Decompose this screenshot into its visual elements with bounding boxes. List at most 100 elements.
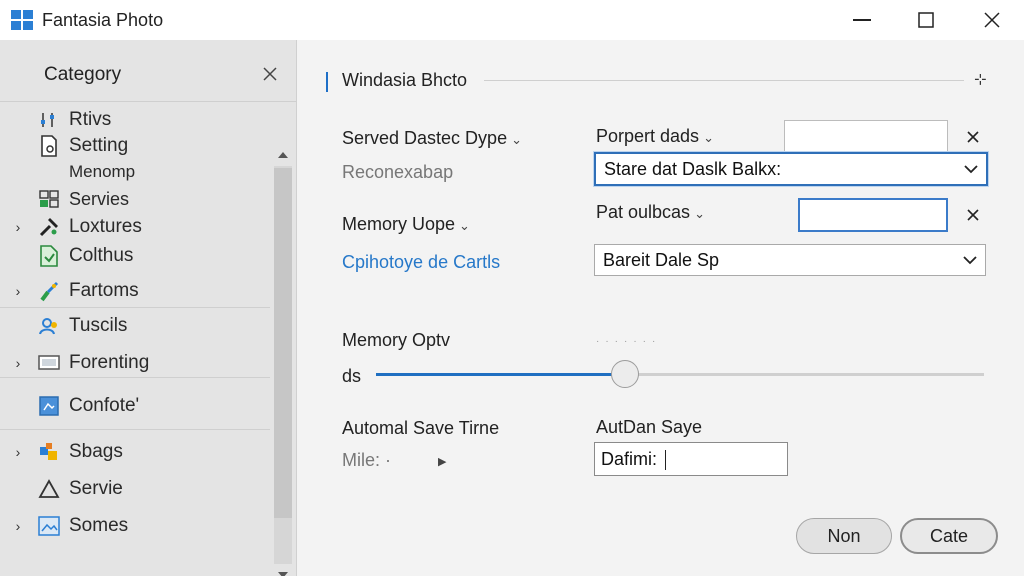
memory-slider-track[interactable] (376, 373, 984, 376)
dotted-indicator: ······· (596, 336, 662, 347)
app-logo-icon (11, 10, 33, 30)
sidebar-item-label: Tuscils (69, 315, 128, 336)
autosave-input-value: Dafimi: (601, 449, 667, 471)
served-type-sublabel: Reconexabap (342, 162, 454, 182)
sliders-icon (38, 109, 60, 131)
property-dropdown-label[interactable]: Porpert dads ⌄ (596, 126, 714, 147)
triangle-icon (38, 478, 60, 500)
document-icon (38, 135, 60, 157)
sidebar-item-label: Sbags (69, 441, 123, 462)
sidebar-item-label: Colthus (69, 245, 134, 266)
text-cursor (665, 450, 667, 471)
property-label: Porpert dads (596, 126, 700, 146)
sidebar-item-rtivs[interactable]: Rtivs (0, 106, 270, 134)
brush-icon (38, 280, 60, 302)
puzzle-icon (38, 441, 60, 463)
chevron-down-icon: ⌄ (703, 130, 714, 145)
sidebar-item-forenting[interactable]: › Forenting (0, 349, 270, 377)
category-sidebar: Category Rtivs Setting Menomp Servies › … (0, 40, 297, 576)
property-select-value: Stare dat Daslk Balkx: (604, 158, 782, 179)
cate-button[interactable]: Cate (900, 518, 998, 554)
heading-divider (484, 80, 964, 81)
sidebar-divider (0, 377, 270, 378)
chevron-right-icon[interactable]: › (11, 445, 25, 459)
sidebar-item-label: Fartoms (69, 280, 139, 301)
memory-usage-label: Memory Uope (342, 214, 456, 234)
path-select-value: Bareit Dale Sp (603, 249, 720, 270)
chevron-right-icon[interactable]: › (11, 519, 25, 533)
sidebar-item-tuscils[interactable]: Tuscils (0, 312, 270, 340)
sidebar-item-label: Forenting (69, 352, 150, 373)
close-sidebar-icon[interactable] (262, 66, 278, 82)
autosave-input-text: Dafimi: (601, 449, 658, 469)
sidebar-item-somes[interactable]: › Somes (0, 512, 270, 540)
sidebar-item-fartoms[interactable]: › Fartoms (0, 277, 270, 305)
grid-icon (38, 188, 60, 210)
close-icon (984, 12, 1000, 28)
property-textbox[interactable] (784, 120, 948, 152)
non-button[interactable]: Non (796, 518, 892, 554)
autosave-time-label: Automal Save Tirne (342, 418, 500, 438)
sidebar-title: Category (44, 64, 122, 85)
clear-icon[interactable] (966, 130, 980, 144)
sidebar-item-setting[interactable]: Setting (0, 132, 270, 160)
clear-icon[interactable] (966, 208, 980, 222)
maximize-button[interactable] (894, 0, 958, 40)
minimize-button[interactable] (830, 0, 894, 40)
settings-panel: Windasia Bhcto ⊹ Served Dastec Dype ⌄ Rec… (298, 40, 1024, 576)
settings-link[interactable]: Cpihotoye de Cartls (342, 252, 500, 273)
section-heading: Windasia Bhcto (342, 70, 468, 90)
chevron-down-icon (964, 165, 978, 174)
window-title: Fantasia Photo (42, 10, 164, 30)
monitor-icon (38, 352, 60, 374)
path-select[interactable]: Bareit Dale Sp (594, 244, 986, 276)
sidebar-item-servies[interactable]: Servies (0, 185, 270, 213)
green-document-icon (38, 245, 60, 267)
image-icon (38, 515, 60, 537)
sidebar-item-confote[interactable]: Confote' (0, 392, 270, 420)
sidebar-item-servie[interactable]: Servie (0, 475, 270, 503)
section-accent-bar (326, 72, 328, 92)
autosave-input[interactable]: Dafimi: (594, 442, 788, 476)
sidebar-item-label: Somes (69, 515, 129, 536)
sidebar-divider (0, 429, 270, 430)
sidebar-item-label: Loxtures (69, 216, 142, 237)
sidebar-item-loxtures[interactable]: › Loxtures (0, 213, 270, 241)
chevron-down-icon: ⌄ (511, 132, 522, 147)
memory-option-label: Memory Optv (342, 330, 451, 350)
pin-icon[interactable]: ⊹ (974, 70, 987, 88)
sidebar-item-colthus[interactable]: Colthus (0, 242, 270, 270)
sidebar-item-label: Servies (69, 188, 130, 209)
sidebar-item-menomp[interactable]: Menomp (0, 158, 270, 186)
hammer-icon (38, 216, 60, 238)
minimize-icon (853, 19, 871, 21)
sidebar-divider (0, 307, 270, 308)
blue-square-icon (38, 395, 60, 417)
memory-slider-fill (376, 373, 625, 376)
chevron-down-icon: ⌄ (459, 218, 470, 233)
sidebar-item-sbags[interactable]: › Sbags (0, 438, 270, 466)
sidebar-scrollbar[interactable] (272, 142, 294, 576)
chevron-right-icon[interactable]: › (11, 220, 25, 234)
close-window-button[interactable] (960, 0, 1024, 40)
scroll-thumb[interactable] (274, 168, 292, 518)
property-select[interactable]: Stare dat Daslk Balkx: (594, 152, 988, 186)
path-dropdown-label[interactable]: Pat oulbcas ⌄ (596, 202, 705, 223)
scroll-down-arrow-icon[interactable] (276, 568, 290, 576)
title-bar: Fantasia Photo (0, 0, 1024, 40)
play-arrow-icon[interactable]: ▶ (438, 455, 446, 468)
sidebar-item-label: Setting (69, 135, 129, 156)
path-label: Pat oulbcas (596, 202, 691, 222)
chevron-right-icon[interactable]: › (11, 356, 25, 370)
maximize-icon (918, 12, 934, 28)
chevron-right-icon[interactable]: › (11, 284, 25, 298)
chevron-down-icon (963, 256, 977, 265)
memory-slider-thumb[interactable] (611, 360, 639, 388)
chevron-down-icon: ⌄ (694, 206, 705, 221)
sidebar-item-label: Rtivs (69, 109, 112, 130)
scroll-up-arrow-icon[interactable] (276, 148, 290, 162)
memory-usage-dropdown-label[interactable]: Memory Uope ⌄ (342, 214, 470, 235)
users-icon (38, 315, 60, 337)
path-textbox[interactable] (798, 198, 948, 232)
served-type-dropdown-label[interactable]: Served Dastec Dype ⌄ (342, 128, 522, 149)
